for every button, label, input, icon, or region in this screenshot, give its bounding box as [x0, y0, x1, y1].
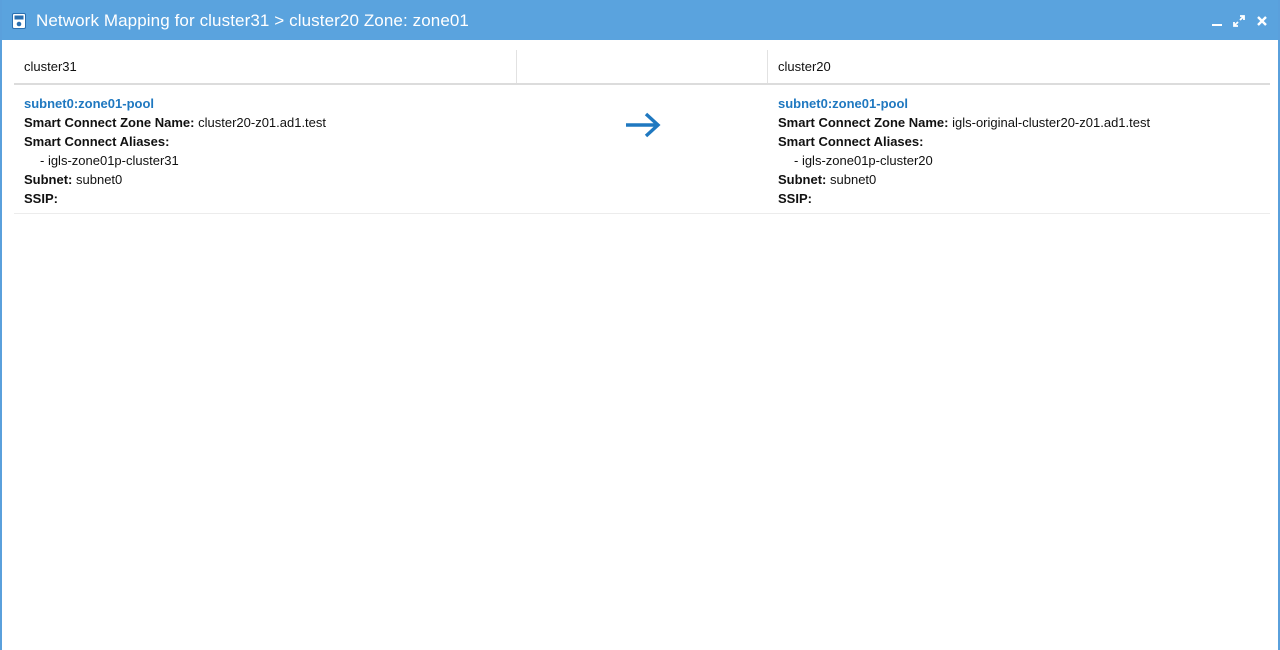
ssip-label: SSIP: — [778, 191, 812, 206]
table-row: subnet0:zone01-pool Smart Connect Zone N… — [14, 85, 1270, 214]
target-pool-cell: subnet0:zone01-pool Smart Connect Zone N… — [778, 94, 1150, 208]
network-mapping-window: Network Mapping for cluster31 > cluster2… — [0, 0, 1280, 650]
window-title: Network Mapping for cluster31 > cluster2… — [36, 11, 469, 30]
source-zone-line: Smart Connect Zone Name: cluster20-z01.a… — [24, 113, 326, 132]
aliases-label: Smart Connect Aliases: — [778, 134, 924, 149]
restore-icon[interactable] — [1232, 14, 1246, 28]
zone-name-label: Smart Connect Zone Name: — [778, 115, 949, 130]
table-header: cluster31 cluster20 — [14, 50, 1270, 85]
target-ssip-line: SSIP: — [778, 189, 1150, 208]
source-pool-name[interactable]: subnet0:zone01-pool — [24, 94, 326, 113]
aliases-label: Smart Connect Aliases: — [24, 134, 170, 149]
close-icon[interactable] — [1255, 14, 1269, 28]
subnet-label: Subnet: — [778, 172, 827, 187]
zone-name-label: Smart Connect Zone Name: — [24, 115, 195, 130]
target-subnet-line: Subnet: subnet0 — [778, 170, 1150, 189]
column-divider — [767, 50, 768, 83]
target-zone-value: igls-original-cluster20-z01.ad1.test — [952, 115, 1151, 130]
target-subnet-value: subnet0 — [830, 172, 877, 187]
title-bar: Network Mapping for cluster31 > cluster2… — [2, 0, 1278, 40]
source-alias: - igls-zone01p-cluster31 — [40, 153, 179, 168]
source-pool-cell: subnet0:zone01-pool Smart Connect Zone N… — [24, 94, 326, 208]
source-subnet-line: Subnet: subnet0 — [24, 170, 326, 189]
column-divider — [516, 50, 517, 83]
source-subnet-value: subnet0 — [76, 172, 123, 187]
source-ssip-line: SSIP: — [24, 189, 326, 208]
column-header-target: cluster20 — [778, 59, 831, 74]
target-zone-line: Smart Connect Zone Name: igls-original-c… — [778, 113, 1150, 132]
ssip-label: SSIP: — [24, 191, 58, 206]
target-pool-name[interactable]: subnet0:zone01-pool — [778, 94, 1150, 113]
mapping-table: cluster31 cluster20 subnet0:zone01-pool … — [14, 50, 1270, 214]
arrow-right-icon — [626, 112, 661, 138]
target-alias: - igls-zone01p-cluster20 — [794, 153, 933, 168]
source-zone-value: cluster20-z01.ad1.test — [198, 115, 327, 130]
subnet-label: Subnet: — [24, 172, 73, 187]
column-header-source: cluster31 — [24, 59, 77, 74]
minimize-icon[interactable] — [1210, 14, 1224, 28]
storage-icon — [12, 13, 26, 29]
